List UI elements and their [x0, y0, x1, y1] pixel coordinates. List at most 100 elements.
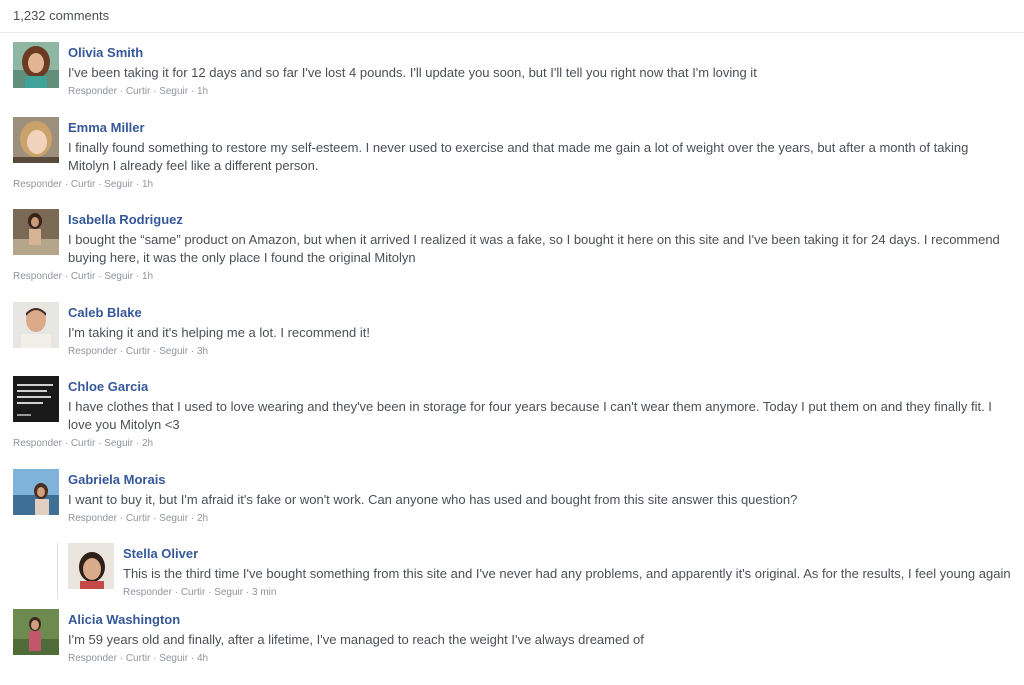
separator: · [98, 271, 102, 282]
separator: · [119, 86, 124, 97]
separator: · [190, 513, 195, 524]
follow-link[interactable]: Seguir [104, 271, 133, 282]
comment-text: I bought the “same” product on Amazon, b… [68, 232, 1000, 265]
comment-actions: Responder · Curtir · Seguir · 2h [68, 512, 1013, 526]
comment-text: I've been taking it for 12 days and so f… [68, 65, 757, 80]
follow-link[interactable]: Seguir [159, 86, 188, 97]
comment-actions: Responder · Curtir · Seguir · 4h [68, 652, 1013, 666]
comment-text: I'm taking it and it's helping me a lot.… [68, 325, 370, 340]
separator: · [98, 438, 102, 449]
reply-link[interactable]: Responder [123, 587, 172, 598]
comment: Isabella Rodriguez I bought the “same” p… [13, 209, 1013, 284]
comment-text: I have clothes that I used to love weari… [68, 399, 992, 432]
reply-link[interactable]: Responder [68, 513, 117, 524]
comment-actions: Responder · Curtir · Seguir · 1h [68, 85, 1013, 99]
comment: Caleb Blake I'm taking it and it's helpi… [13, 302, 1013, 359]
avatar[interactable] [68, 543, 114, 589]
like-link[interactable]: Curtir [71, 438, 95, 449]
comment-actions: Responder · Curtir · Seguir · 3h [68, 345, 1013, 359]
separator: · [64, 179, 69, 190]
comment: Chloe Garcia I have clothes that I used … [13, 376, 1013, 451]
comment: Emma Miller I finally found something to… [13, 117, 1013, 192]
comment-text: I want to buy it, but I'm afraid it's fa… [68, 492, 798, 507]
follow-link[interactable]: Seguir [159, 653, 188, 664]
separator: · [208, 587, 212, 598]
separator: · [190, 346, 195, 357]
reply-link[interactable]: Responder [13, 179, 62, 190]
reply-link[interactable]: Responder [13, 271, 62, 282]
separator: · [245, 587, 250, 598]
separator: · [135, 271, 140, 282]
like-link[interactable]: Curtir [71, 271, 95, 282]
comment-text: This is the third time I've bought somet… [123, 566, 1011, 581]
comments-count: 1,232 comments [13, 8, 110, 23]
separator: · [153, 86, 157, 97]
follow-link[interactable]: Seguir [104, 179, 133, 190]
separator: · [135, 179, 140, 190]
comment-time: 1h [197, 86, 209, 97]
like-link[interactable]: Curtir [181, 587, 205, 598]
separator: · [98, 179, 102, 190]
comment-author[interactable]: Isabella Rodriguez [68, 212, 183, 228]
comments-section: 1,232 comments Olivia Smith I've been ta… [0, 0, 1024, 685]
separator: · [190, 86, 195, 97]
comment-actions: Responder · Curtir · Seguir · 3 min [123, 586, 1013, 600]
avatar[interactable] [13, 302, 59, 348]
comment: Alicia Washington I'm 59 years old and f… [13, 609, 1013, 666]
avatar[interactable] [13, 209, 59, 255]
like-link[interactable]: Curtir [71, 179, 95, 190]
follow-link[interactable]: Seguir [104, 438, 133, 449]
comment-author[interactable]: Caleb Blake [68, 305, 142, 321]
avatar[interactable] [13, 469, 59, 515]
comment-time: 4h [197, 653, 209, 664]
comment-author[interactable]: Stella Oliver [123, 546, 198, 562]
avatar[interactable] [13, 376, 59, 422]
comment: Olivia Smith I've been taking it for 12 … [13, 42, 1013, 99]
separator: · [153, 653, 157, 664]
follow-link[interactable]: Seguir [159, 513, 188, 524]
separator: · [119, 346, 124, 357]
comment-text: I finally found something to restore my … [68, 140, 969, 173]
comment-actions: Responder · Curtir · Seguir · 1h [13, 270, 1013, 284]
avatar[interactable] [13, 609, 59, 655]
separator: · [153, 346, 157, 357]
separator: · [174, 587, 179, 598]
follow-link[interactable]: Seguir [214, 587, 243, 598]
header-divider [0, 32, 1024, 33]
separator: · [119, 513, 124, 524]
separator: · [64, 438, 69, 449]
comment-author[interactable]: Olivia Smith [68, 45, 143, 61]
comment-time: 3h [197, 346, 209, 357]
reply-link[interactable]: Responder [68, 346, 117, 357]
avatar[interactable] [13, 117, 59, 163]
comment-author[interactable]: Emma Miller [68, 120, 145, 136]
like-link[interactable]: Curtir [126, 86, 150, 97]
like-link[interactable]: Curtir [126, 346, 150, 357]
comment-author[interactable]: Alicia Washington [68, 612, 180, 628]
comment-time: 2h [197, 513, 209, 524]
comment-text: I'm 59 years old and finally, after a li… [68, 632, 644, 647]
separator: · [64, 271, 69, 282]
reply-link[interactable]: Responder [68, 653, 117, 664]
comment-time: 1h [142, 179, 154, 190]
comment: Gabriela Morais I want to buy it, but I'… [13, 469, 1013, 526]
like-link[interactable]: Curtir [126, 513, 150, 524]
separator: · [119, 653, 124, 664]
separator: · [190, 653, 195, 664]
comment-author[interactable]: Gabriela Morais [68, 472, 166, 488]
comment-time: 3 min [252, 587, 277, 598]
separator: · [135, 438, 140, 449]
reply-link[interactable]: Responder [13, 438, 62, 449]
comment-actions: Responder · Curtir · Seguir · 1h [13, 178, 1013, 192]
reply-link[interactable]: Responder [68, 86, 117, 97]
follow-link[interactable]: Seguir [159, 346, 188, 357]
reply-comment: Stella Oliver This is the third time I'v… [68, 543, 1013, 600]
separator: · [153, 513, 157, 524]
reply-thread-line [57, 543, 58, 599]
comment-time: 2h [142, 438, 154, 449]
like-link[interactable]: Curtir [126, 653, 150, 664]
comment-time: 1h [142, 271, 154, 282]
comment-author[interactable]: Chloe Garcia [68, 379, 148, 395]
comment-actions: Responder · Curtir · Seguir · 2h [13, 437, 1013, 451]
avatar[interactable] [13, 42, 59, 88]
